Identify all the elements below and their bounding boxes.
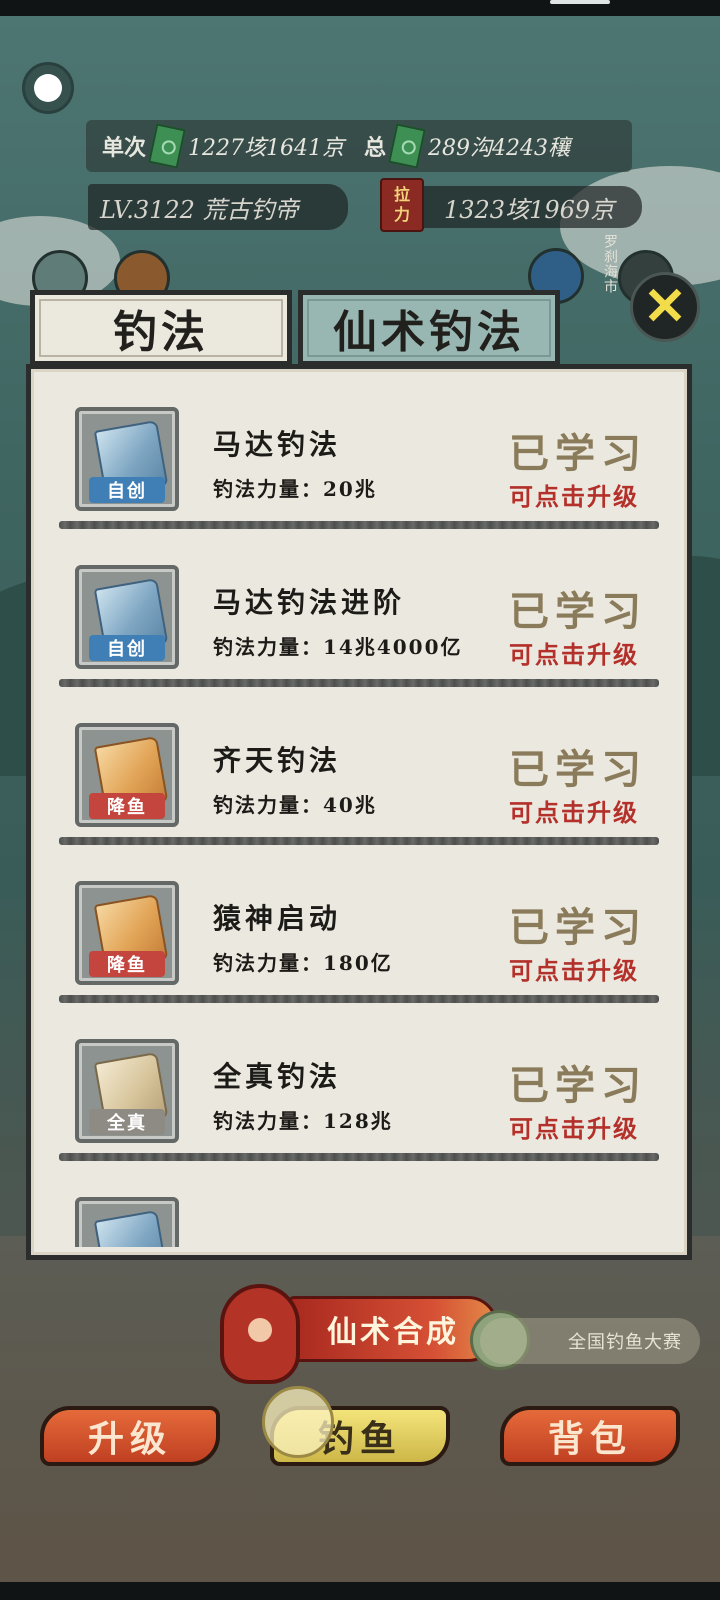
method-list-panel: 自创 马达钓法 钓法力量：20兆 已学习 可点击升级 自创 马达钓法进阶 钓法力… xyxy=(26,364,692,1260)
list-item[interactable] xyxy=(39,1167,679,1247)
method-name: 猿神启动 xyxy=(213,902,342,935)
money-note-icon xyxy=(148,123,186,169)
bag-label: 背包 xyxy=(547,1418,632,1460)
synthesis-emblem-icon[interactable] xyxy=(220,1284,300,1384)
bag-button[interactable]: 背包 xyxy=(500,1406,680,1466)
method-power: 钓法力量：128兆 xyxy=(213,1109,393,1133)
fish-icon xyxy=(262,1386,334,1458)
list-item[interactable]: 降鱼 猿神启动 钓法力量：180亿 已学习 可点击升级 xyxy=(39,851,679,1007)
divider xyxy=(59,521,659,529)
close-icon: ✕ xyxy=(643,276,687,337)
upgrade-link[interactable]: 可点击升级 xyxy=(509,951,639,986)
method-icon: 降鱼 xyxy=(75,881,179,985)
method-name: 马达钓法 xyxy=(213,428,342,461)
tab-immortal-methods[interactable]: 仙术钓法 xyxy=(298,290,560,366)
method-power: 钓法力量：180亿 xyxy=(213,951,393,975)
power-value: 1323垓1969京 xyxy=(444,195,615,224)
method-name: 齐天钓法 xyxy=(213,744,342,777)
level-text: LV.3122 荒古钓帝 xyxy=(100,195,299,224)
list-item[interactable]: 自创 马达钓法 钓法力量：20兆 已学习 可点击升级 xyxy=(39,377,679,533)
method-name: 马达钓法进阶 xyxy=(213,586,406,619)
menu-button[interactable] xyxy=(22,62,74,114)
upgrade-link[interactable]: 可点击升级 xyxy=(509,793,639,828)
tab-label: 仙术钓法 xyxy=(333,307,525,358)
upgrade-button[interactable]: 升级 xyxy=(40,1406,220,1466)
synthesis-button[interactable]: 仙术合成 xyxy=(288,1296,498,1362)
status-icons xyxy=(550,0,610,4)
tab-label: 钓法 xyxy=(113,307,209,358)
learned-status: 已学习 xyxy=(509,904,647,951)
upgrade-link[interactable]: 可点击升级 xyxy=(509,477,639,512)
method-list[interactable]: 自创 马达钓法 钓法力量：20兆 已学习 可点击升级 自创 马达钓法进阶 钓法力… xyxy=(39,377,679,1247)
status-bar xyxy=(0,0,720,16)
level-badge: LV.3122 荒古钓帝 xyxy=(88,184,348,230)
method-icon: 自创 xyxy=(75,407,179,511)
menu-dot-icon xyxy=(34,74,62,102)
side-label: 罗刹海市 xyxy=(602,234,618,294)
method-icon: 自创 xyxy=(75,565,179,669)
book-icon xyxy=(93,1209,169,1247)
upgrade-link[interactable]: 可点击升级 xyxy=(509,635,639,670)
method-tag: 降鱼 xyxy=(89,793,165,819)
upgrade-link[interactable]: 可点击升级 xyxy=(509,1109,639,1144)
single-value: 1227垓1641京 xyxy=(188,136,344,161)
list-item[interactable]: 自创 马达钓法进阶 钓法力量：14兆4000亿 已学习 可点击升级 xyxy=(39,535,679,691)
upgrade-label: 升级 xyxy=(87,1418,172,1460)
learned-status: 已学习 xyxy=(509,746,647,793)
total-value: 289沟4243穰 xyxy=(428,136,570,161)
close-button[interactable]: ✕ xyxy=(630,272,700,342)
method-power: 钓法力量：20兆 xyxy=(213,477,377,501)
method-tag: 自创 xyxy=(89,635,165,661)
method-power: 钓法力量：14兆4000亿 xyxy=(213,635,463,659)
list-item[interactable]: 降鱼 齐天钓法 钓法力量：40兆 已学习 可点击升级 xyxy=(39,693,679,849)
money-note-icon xyxy=(388,123,426,169)
synthesis-label: 仙术合成 xyxy=(327,1315,459,1350)
method-power: 钓法力量：40兆 xyxy=(213,793,377,817)
method-tag: 全真 xyxy=(89,1109,165,1135)
pull-power-icon: 拉 力 xyxy=(380,178,424,232)
divider xyxy=(59,679,659,687)
method-icon xyxy=(75,1197,179,1247)
pull-power: 拉 力 1323垓1969京 xyxy=(380,178,642,232)
learned-status: 已学习 xyxy=(509,588,647,635)
contest-label: 全国钓鱼大赛 xyxy=(568,1332,682,1353)
learned-status: 已学习 xyxy=(509,430,647,477)
method-icon: 降鱼 xyxy=(75,723,179,827)
method-tag: 自创 xyxy=(89,477,165,503)
divider xyxy=(59,837,659,845)
divider xyxy=(59,1153,659,1161)
method-name: 全真钓法 xyxy=(213,1060,342,1093)
total-label: 总 xyxy=(364,135,387,161)
list-item[interactable]: 全真 全真钓法 钓法力量：128兆 已学习 可点击升级 xyxy=(39,1009,679,1165)
catch-stats: 单次 1227垓1641京 总 289沟4243穰 xyxy=(86,120,632,172)
national-contest-button[interactable]: 全国钓鱼大赛 xyxy=(480,1318,700,1364)
power-icon-bottom: 力 xyxy=(393,205,410,224)
power-icon-top: 拉 xyxy=(393,185,410,204)
single-label: 单次 xyxy=(102,135,147,161)
navigation-bar xyxy=(0,1582,720,1600)
method-tag: 降鱼 xyxy=(89,951,165,977)
learned-status: 已学习 xyxy=(509,1062,647,1109)
tab-fishing-methods[interactable]: 钓法 xyxy=(30,290,292,366)
divider xyxy=(59,995,659,1003)
method-icon: 全真 xyxy=(75,1039,179,1143)
